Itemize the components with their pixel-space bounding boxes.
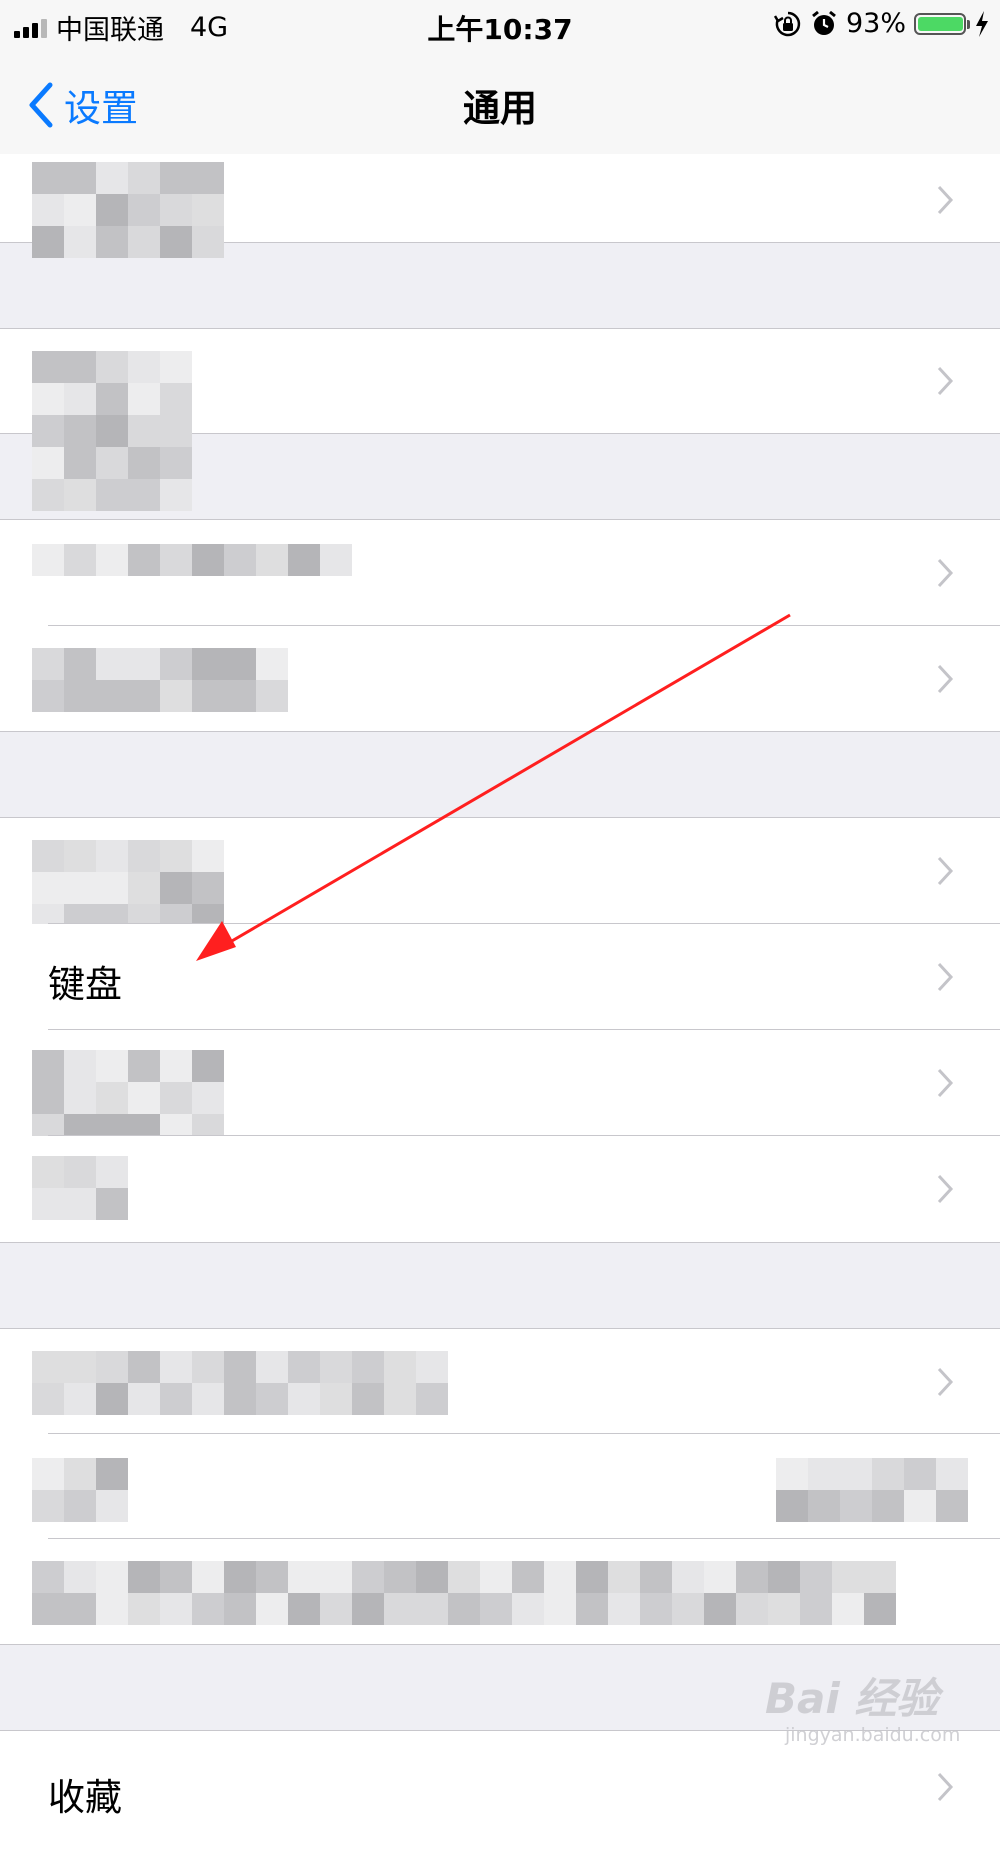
watermark-logo: Bai 经验 xyxy=(765,1674,939,1723)
list-item[interactable] xyxy=(0,626,1000,732)
page-title: 通用 xyxy=(463,87,537,130)
chevron-right-icon xyxy=(937,1174,954,1204)
list-item[interactable] xyxy=(0,1030,1000,1146)
chevron-right-icon xyxy=(937,664,954,694)
list-item[interactable] xyxy=(0,817,1000,968)
chevron-right-icon xyxy=(937,366,954,396)
list-item-label: 键盘 xyxy=(48,963,122,1006)
list-item[interactable] xyxy=(0,328,1000,511)
blurred-label xyxy=(32,1458,128,1522)
list-item[interactable] xyxy=(0,1328,1000,1434)
charging-bolt-icon xyxy=(976,10,988,37)
list-item-favorites[interactable]: 收藏 xyxy=(0,1730,1000,1851)
list-item[interactable] xyxy=(0,1434,1000,1539)
chevron-right-icon xyxy=(937,856,954,886)
status-right: 93% xyxy=(773,8,990,39)
list-item[interactable] xyxy=(0,519,1000,626)
chevron-right-icon xyxy=(937,185,954,215)
battery-percent: 93% xyxy=(845,8,906,39)
blurred-label xyxy=(32,351,192,511)
list-item[interactable] xyxy=(0,154,1000,258)
list-item[interactable] xyxy=(0,1136,1000,1243)
chevron-right-icon xyxy=(937,558,954,588)
navigation-bar: 设置 通用 xyxy=(0,50,1000,155)
baidu-watermark: Bai 经验 jingyan.baidu.com xyxy=(765,1665,960,1746)
alarm-icon xyxy=(812,10,836,35)
blurred-label xyxy=(32,648,288,712)
settings-list: 键盘 收藏 xyxy=(0,154,1000,1851)
list-item-label: 收藏 xyxy=(48,1776,122,1819)
blurred-label xyxy=(32,1351,448,1415)
chevron-right-icon xyxy=(937,1367,954,1397)
battery-icon xyxy=(914,12,970,35)
status-bar: 中国联通 4G 上午10:37 93% xyxy=(0,0,1000,50)
blurred-label xyxy=(32,1561,896,1625)
chevron-right-icon xyxy=(937,1772,954,1802)
blurred-label xyxy=(32,1156,128,1220)
blurred-value xyxy=(776,1458,968,1522)
rotation-lock-icon xyxy=(773,11,801,36)
chevron-right-icon xyxy=(937,1068,954,1098)
chevron-right-icon xyxy=(937,962,954,992)
blurred-label xyxy=(32,1050,224,1146)
list-item[interactable] xyxy=(0,1539,1000,1645)
watermark-url: jingyan.baidu.com xyxy=(785,1724,961,1746)
list-item-keyboard[interactable]: 键盘 xyxy=(0,924,1000,1030)
blurred-label xyxy=(32,544,352,576)
blurred-label xyxy=(32,162,224,258)
